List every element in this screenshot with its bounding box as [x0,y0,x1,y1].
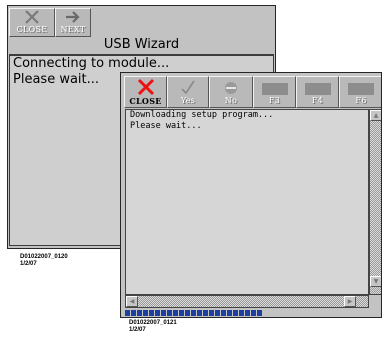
next-label: NEXT [60,25,86,34]
progress-segment [215,310,220,316]
scroll-up-icon[interactable]: ▲ [370,110,381,121]
progress-segment [245,310,250,316]
progress-segment [137,310,142,316]
progress-segment [221,310,226,316]
minus-circle-icon [210,77,252,96]
progress-segment [227,310,232,316]
progress-segment [191,310,196,316]
progress-segment [131,310,136,316]
no-button[interactable]: No [209,76,253,108]
red-x-icon [125,77,166,96]
download-window: CLOSE Yes No F3 F4 F6 Downloading setup … [120,72,382,318]
progress-segment [185,310,190,316]
output-line: Downloading setup program... [130,110,274,120]
progress-segment [149,310,154,316]
message-line: Connecting to module... [13,56,170,71]
yes-button[interactable]: Yes [167,76,209,108]
toolbar: CLOSE NEXT [9,8,109,37]
screenshot-caption: D01022007_0120 1/2/07 [20,254,68,268]
f3-label: F3 [268,96,281,105]
progress-segment [167,310,172,316]
f4-label: F4 [311,96,324,105]
caption-date: 1/2/07 [129,327,146,333]
close-label: CLOSE [16,25,48,34]
scroll-down-icon[interactable]: ▼ [370,276,381,287]
progress-segment [197,310,202,316]
caption-date: 1/2/07 [20,261,37,267]
toolbar: CLOSE Yes No F3 F4 F6 [124,76,381,108]
progress-bar [125,310,379,316]
f3-button[interactable]: F3 [253,76,296,108]
scroll-left-icon[interactable]: ◀ [126,296,138,307]
progress-segment [173,310,178,316]
progress-segment [155,310,160,316]
right-arrow-icon [56,9,90,25]
no-label: No [224,96,238,105]
close-label: CLOSE [129,96,162,106]
checkmark-icon [168,77,208,96]
f6-button[interactable]: F6 [339,76,381,108]
caption-id: D01022007_0121 [129,320,177,326]
scroll-right-icon[interactable]: ▶ [344,296,356,307]
x-icon [10,9,54,25]
f4-button[interactable]: F4 [296,76,339,108]
progress-segment [233,310,238,316]
vertical-scrollbar[interactable]: ▲ ▼ [369,109,381,295]
f6-label: F6 [355,96,367,105]
close-button[interactable]: CLOSE [9,8,55,37]
blank-icon [340,77,381,96]
progress-segment [125,310,130,316]
screenshot-caption: D01022007_0121 1/2/07 [129,320,177,334]
close-button[interactable]: CLOSE [124,76,167,108]
progress-segment [179,310,184,316]
progress-segment [251,310,256,316]
progress-segment [209,310,214,316]
caption-id: D01022007_0120 [20,254,68,260]
output-line: Please wait... [130,121,202,131]
progress-segment [257,310,262,316]
progress-segment [239,310,244,316]
output-text-area: Downloading setup program... Please wait… [125,109,369,295]
progress-segment [143,310,148,316]
blank-icon [297,77,338,96]
window-title: USB Wizard [103,37,180,52]
progress-segment [161,310,166,316]
horizontal-scrollbar[interactable]: ◀ ▶ [125,295,369,308]
yes-label: Yes [180,96,196,105]
progress-segment [203,310,208,316]
blank-icon [254,77,295,96]
next-button[interactable]: NEXT [55,8,91,37]
